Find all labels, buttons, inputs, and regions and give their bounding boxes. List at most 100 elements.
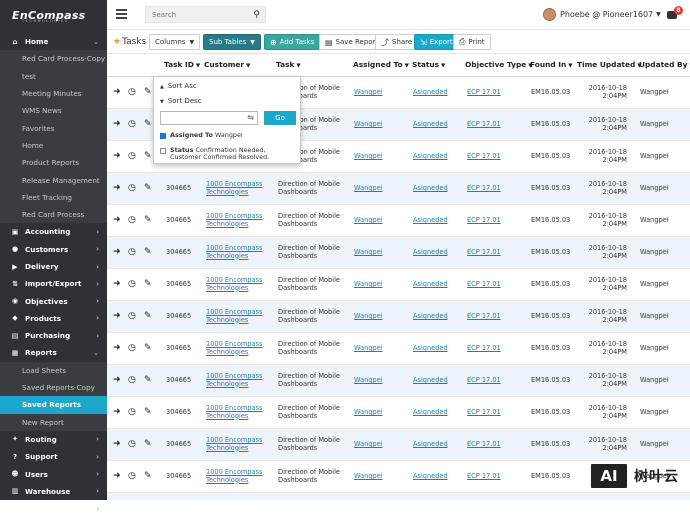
go-button[interactable]: Go [264,111,296,125]
table-row[interactable]: ➜ ◷ ✎ 304665 1000 Encompass Technologies Dire… [107,173,690,205]
arrow-right-icon[interactable]: ➜ [113,247,121,257]
sidebar-item-import-export[interactable]: ⇅ Import/Export › [0,275,107,292]
cell-objective-type[interactable]: ECP 17.01 [467,376,527,385]
sidebar-item-saved-reports[interactable]: Saved Reports [0,396,107,414]
header-found-in[interactable]: Found In ▼ [530,60,572,69]
header-assigned-to[interactable]: Assigned To ▼ [353,60,409,69]
sidebar-item-red-card-process-copy[interactable]: Red Card Process-Copy [0,50,107,68]
sidebar-item-meeting-minutes[interactable]: Meeting Minutes [0,84,107,103]
sidebar-item-load-sheets[interactable]: Load Sheets [0,361,107,379]
clock-icon[interactable]: ◷ [128,119,136,129]
arrow-right-icon[interactable]: ➜ [113,151,121,161]
sidebar-item-routing[interactable]: ✦ Routing › [0,431,107,448]
sidebar-item-warehouse[interactable]: ▥ Warehouse › [0,483,107,500]
sidebar-item-customers[interactable]: ● Customers › [0,241,107,258]
cell-status[interactable]: Asigneded [413,88,463,97]
cell-customer[interactable]: 1000 Encompass Technologies [206,244,272,260]
cell-status[interactable]: Asigneded [413,184,463,193]
table-row[interactable]: ➜ ◷ ✎ 304665 1000 Encompass Technologies Dire… [107,269,690,301]
arrow-right-icon[interactable]: ➜ [113,407,121,417]
cell-objective-type[interactable]: ECP 17.01 [467,88,527,97]
checkbox-checked[interactable] [160,133,166,139]
search-icon[interactable]: ⚲ [253,10,260,20]
cell-customer[interactable]: 1000 Encompass Technologies [206,372,272,388]
table-row[interactable]: ➜ ◷ ✎ 304665 1000 Encompass Technologies Dire… [107,365,690,397]
cell-customer[interactable]: 1000 Encompass Technologies [206,404,272,420]
arrow-right-icon[interactable]: ➜ [113,439,121,449]
cell-assigned-to[interactable]: Wangpei [354,248,409,257]
sidebar-item-product-reports[interactable]: Product Reports [0,154,107,172]
cell-objective-type[interactable]: ECP 17.01 [467,312,527,321]
edit-icon[interactable]: ✎ [144,343,152,353]
sort-asc-option[interactable]: ▲ Sort Asc [160,82,197,90]
clock-icon[interactable]: ◷ [128,343,136,353]
cell-customer[interactable]: 1000 Encompass Technologies [206,276,272,292]
arrow-right-icon[interactable]: ➜ [113,343,121,353]
sidebar-item-release-management[interactable]: Release Management [0,171,107,189]
cell-customer[interactable]: 1000 Encompass Technologies [206,468,272,484]
edit-icon[interactable]: ✎ [144,151,152,161]
sidebar-item-objectives[interactable]: ◉ Objectives › [0,292,107,309]
sidebar-item-users[interactable]: ☻ Users › [0,465,107,482]
cell-status[interactable]: Asigneded [413,280,463,289]
cell-objective-type[interactable]: ECP 17.01 [467,344,527,353]
header-task[interactable]: Task ▼ [276,60,301,69]
clock-icon[interactable]: ◷ [128,407,136,417]
sidebar-item-reports[interactable]: ▦ Reports ⌄ [0,344,107,361]
sidebar-item-wms-news[interactable]: WMS News [0,102,107,120]
search-input[interactable] [146,7,246,22]
sidebar-item-products[interactable]: ◆ Products › [0,310,107,327]
cell-assigned-to[interactable]: Wangpei [354,120,409,129]
cell-status[interactable]: Asigneded [413,376,463,385]
edit-icon[interactable]: ✎ [144,247,152,257]
sidebar-item-favorites[interactable]: Favorites [0,119,107,137]
cell-objective-type[interactable]: ECP 17.01 [467,120,527,129]
cell-objective-type[interactable]: ECP 17.01 [467,152,527,161]
cell-customer[interactable]: 1000 Encompass Technologies [206,436,272,452]
cell-status[interactable]: Asigneded [413,248,463,257]
cell-assigned-to[interactable]: Wangpei [354,408,409,417]
edit-icon[interactable]: ✎ [144,119,152,129]
sidebar-item-purchasing[interactable]: ▤ Purchasing › [0,327,107,344]
user-menu[interactable]: Phoebe @ Pioneer1607 ▼ [543,8,661,21]
header-objective-type[interactable]: Objective Type ▼ [465,60,533,69]
cell-status[interactable]: Asigneded [413,312,463,321]
cell-assigned-to[interactable]: Wangpei [354,88,409,97]
sidebar-item-test[interactable]: test [0,67,107,85]
checkbox-unchecked[interactable] [160,148,166,154]
sidebar-item-home[interactable]: Home [0,136,107,155]
edit-icon[interactable]: ✎ [144,407,152,417]
cell-status[interactable]: Asigneded [413,120,463,129]
cell-customer[interactable]: 1000 Encompass Technologies [206,308,272,324]
clock-icon[interactable]: ◷ [128,87,136,97]
cell-assigned-to[interactable]: Wangpei [354,216,409,225]
cell-objective-type[interactable]: ECP 17.01 [467,472,527,481]
notifications-button[interactable]: 8 [667,6,683,19]
clock-icon[interactable]: ◷ [128,375,136,385]
arrow-right-icon[interactable]: ➜ [113,279,121,289]
edit-icon[interactable]: ✎ [144,439,152,449]
clock-icon[interactable]: ◷ [128,311,136,321]
share-button[interactable]: ⤴ Share [375,34,419,50]
sidebar-item-fleet-tracking[interactable]: Fleet Tracking [0,188,107,206]
table-row[interactable]: ➜ ◷ ✎ 304665 1000 Encompass Technologies Dire… [107,237,690,269]
clock-icon[interactable]: ◷ [128,151,136,161]
edit-icon[interactable]: ✎ [144,215,152,225]
cell-customer[interactable]: 1000 Encompass Technologies [206,212,272,228]
menu-toggle-icon[interactable] [116,9,127,19]
cell-status[interactable]: Asigneded [413,440,463,449]
table-row[interactable]: ➜ ◷ ✎ 304665 1000 Encompass Technologies Dire… [107,333,690,365]
cell-assigned-to[interactable]: Wangpei [354,280,409,289]
cell-customer[interactable]: 1000 Encompass Technologies [206,180,272,196]
cell-assigned-to[interactable]: Wangpei [354,376,409,385]
header-updated-by[interactable]: Updated By▼ [639,60,690,69]
cell-objective-type[interactable]: ECP 17.01 [467,440,527,449]
cell-assigned-to[interactable]: Wangpei [354,440,409,449]
arrow-right-icon[interactable]: ➜ [113,311,121,321]
cell-objective-type[interactable]: ECP 17.01 [467,408,527,417]
cell-assigned-to[interactable]: Wangpei [354,472,409,481]
edit-icon[interactable]: ✎ [144,87,152,97]
sidebar-item-home[interactable]: ⌂ Home ⌄ [0,33,107,50]
header-customer[interactable]: Customer ▼ [204,60,250,69]
arrow-right-icon[interactable]: ➜ [113,471,121,481]
